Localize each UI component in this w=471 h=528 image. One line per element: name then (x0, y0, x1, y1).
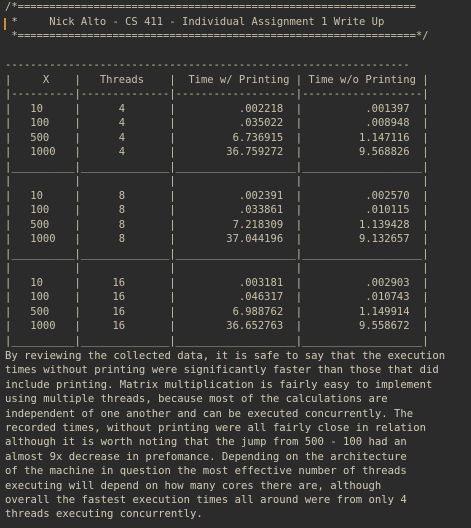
writeup-line: threads executing concurrently. (5, 508, 203, 521)
table-bottom-border: |__________|______________|_____________… (5, 334, 429, 347)
table-row: | 10 | 16 | .003181 | .002903 | (5, 276, 429, 289)
table-row: | 10 | 4 | .002218 | .001397 | (5, 102, 429, 115)
table-top-border: ----------------------------------------… (5, 59, 410, 71)
writeup-line: independent of one another and can be ex… (5, 407, 414, 420)
table-row: | 500 | 16 | 6.988762 | 1.149914 | (5, 305, 429, 318)
header-line-2: * Nick Alto - CS 411 - Individual Assign… (5, 15, 385, 28)
writeup-line: almost 9x decrease in prefomance. Depend… (5, 450, 407, 463)
table-row: | 100 | 4 | .035022 | .008948 | (5, 117, 429, 129)
table-spacer-row: | | | | | (5, 262, 429, 274)
writeup-line: recorded times, without printing were al… (5, 422, 426, 435)
assignment-code-block: /*======================================… (5, 0, 429, 348)
table-row: | 1000 | 8 | 37.044196 | 9.132657 | (5, 233, 429, 245)
table-row: | 100 | 8 | .033861 | .010115 | (5, 204, 429, 216)
writeup-line: of the machine in question the most effe… (5, 465, 407, 478)
writeup-line: overall the fastest execution times all … (5, 494, 407, 507)
table-row: | 100 | 16 | .046317 | .010743 | (5, 291, 429, 303)
writeup-line: By reviewing the collected data, it is s… (5, 350, 446, 362)
header-line-1: /*======================================… (5, 1, 416, 13)
table-group-separator: |__________|______________|_____________… (5, 160, 429, 173)
table-row: | 1000 | 16 | 36.652763 | 9.558672 | (5, 320, 429, 332)
table-group-separator: |__________|______________|_____________… (5, 247, 429, 260)
table-row: | 10 | 8 | .002391 | .002570 | (5, 189, 429, 202)
writeup-line: include printing. Matrix multiplication … (5, 378, 433, 391)
header-line-3: *=======================================… (5, 30, 429, 42)
text-editor-view[interactable]: /*======================================… (0, 0, 471, 528)
table-spacer-row: | | | | | (5, 175, 429, 187)
table-row: | 1000 | 4 | 36.759272 | 9.568826 | (5, 146, 429, 158)
writeup-line: executing will depend on how many cores … (5, 479, 382, 492)
writeup-line: using multiple threads, because most of … (5, 393, 388, 406)
table-row: | 500 | 4 | 6.736915 | 1.147116 | (5, 131, 429, 144)
table-header-row: | X | Threads | Time w/ Printing | Time … (5, 73, 429, 86)
table-row: | 500 | 8 | 7.218309 | 1.139428 | (5, 218, 429, 231)
writeup-line: times without printing were significantl… (5, 364, 439, 377)
table-header-separator: |----------|--------------|-------------… (5, 88, 429, 100)
writeup-line: although it is worth noting that the jum… (5, 436, 407, 449)
writeup-paragraph: By reviewing the collected data, it is s… (5, 349, 467, 522)
